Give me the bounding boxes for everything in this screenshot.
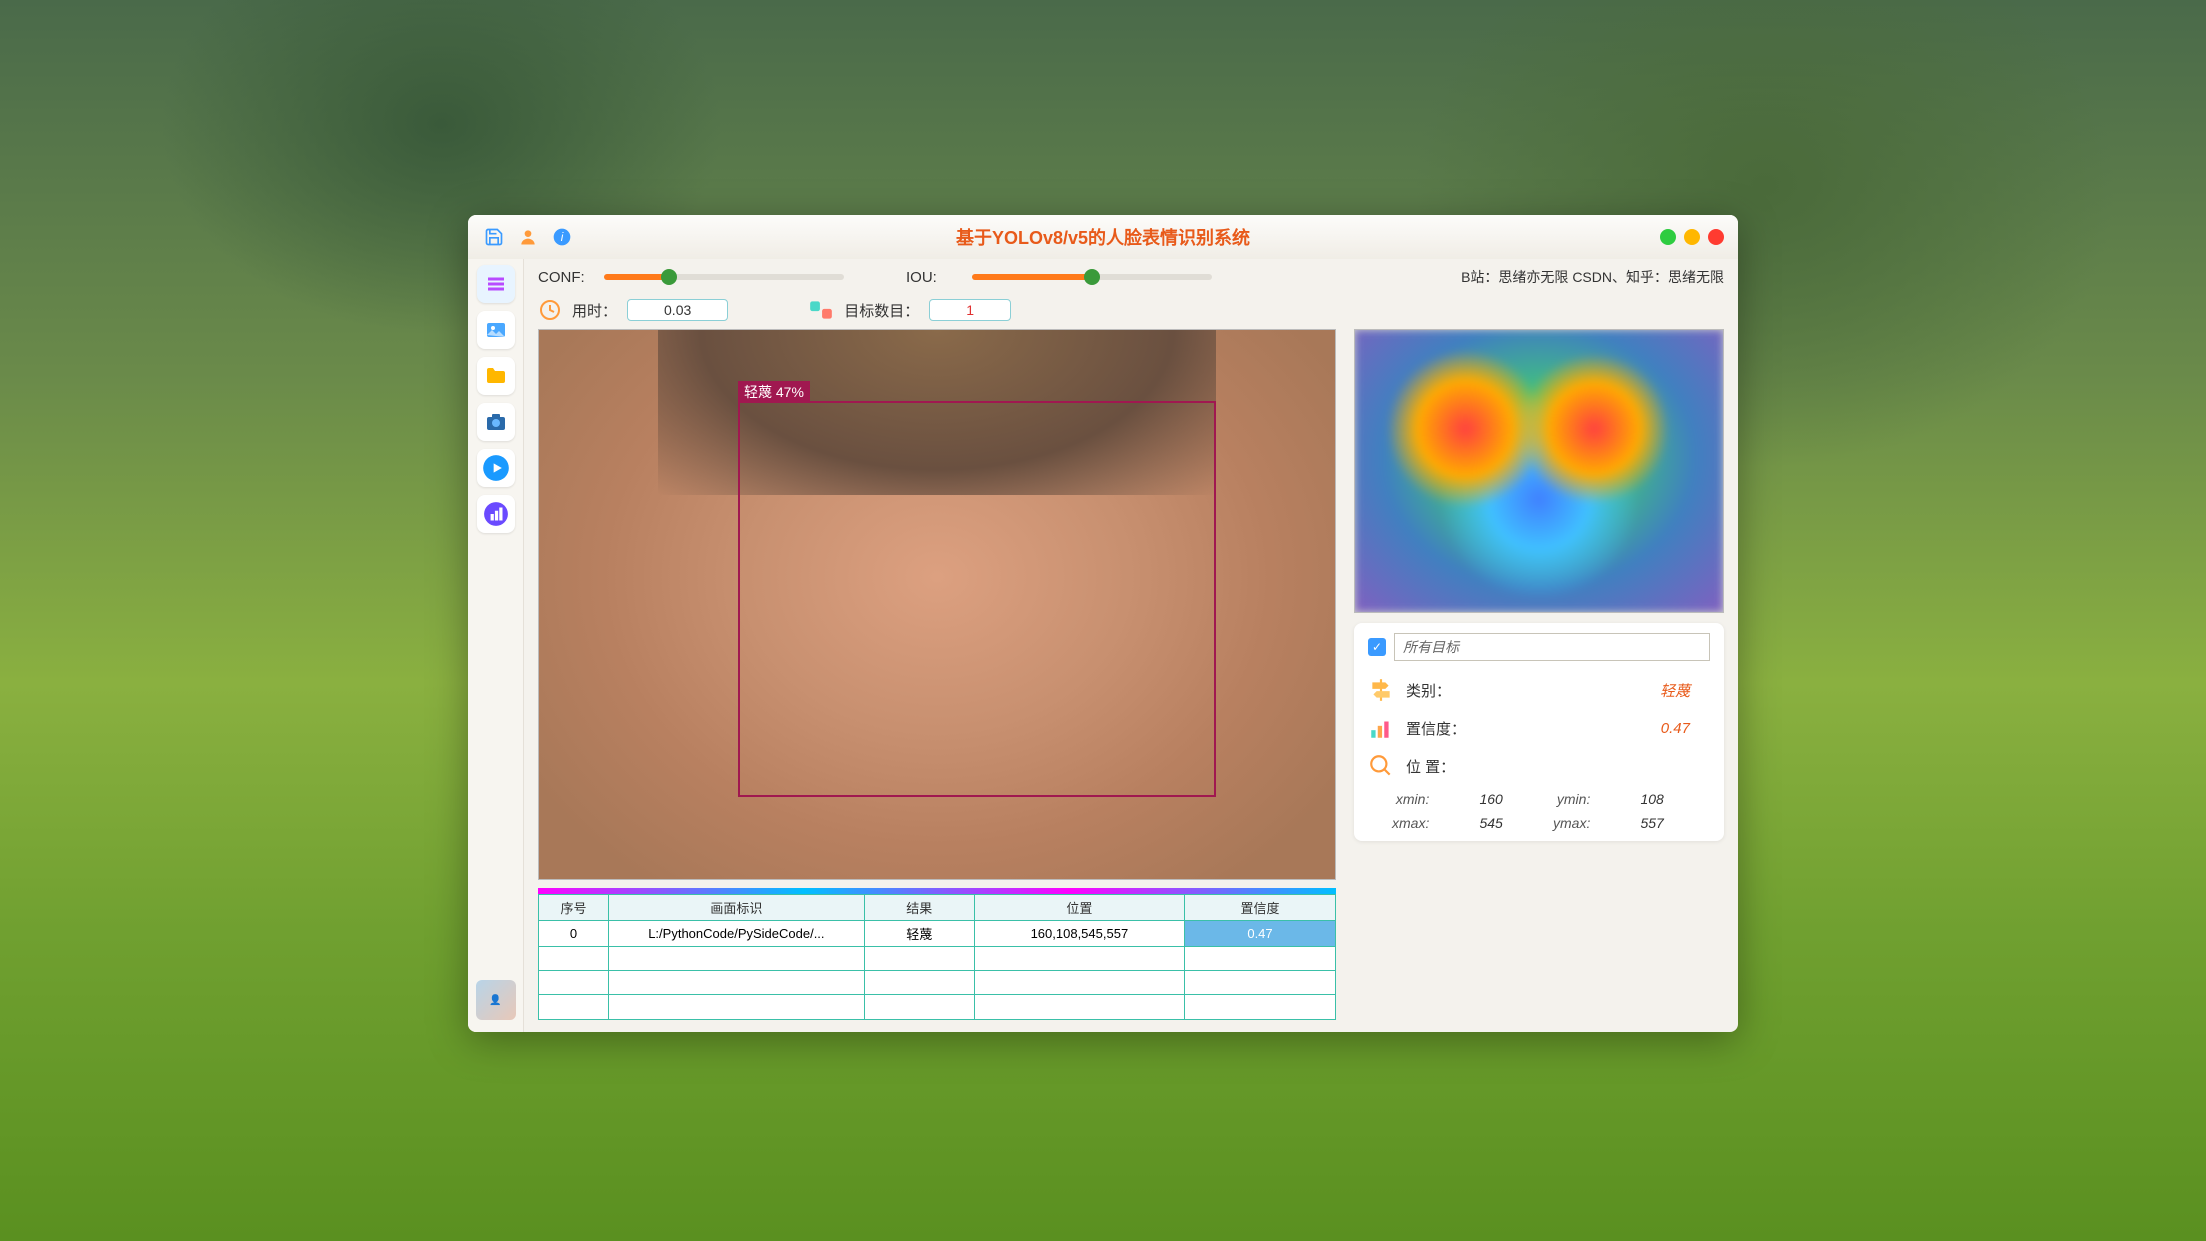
class-label: 类别： — [1406, 680, 1476, 701]
info-icon[interactable]: i — [550, 225, 574, 249]
conf-value: 0.47 — [1661, 720, 1710, 737]
camera-icon[interactable] — [477, 403, 515, 441]
detection-bbox: 轻蔑 47% — [738, 401, 1216, 796]
count-label: 目标数目： — [844, 300, 919, 321]
col-conf: 置信度 — [1185, 895, 1335, 920]
class-value: 轻蔑 — [1660, 680, 1710, 701]
chart-icon[interactable] — [477, 495, 515, 533]
signpost-icon — [1368, 677, 1394, 703]
ymin-value: 108 — [1604, 791, 1700, 807]
col-index: 序号 — [539, 895, 609, 920]
ymax-value: 557 — [1604, 815, 1700, 831]
count-icon — [808, 297, 834, 323]
iou-slider[interactable] — [972, 274, 1212, 280]
xmax-value: 545 — [1443, 815, 1539, 831]
titlebar: i 基于YOLOv8/v5的人脸表情识别系统 — [468, 215, 1738, 259]
menu-icon[interactable] — [477, 265, 515, 303]
save-icon[interactable] — [482, 225, 506, 249]
clock-icon — [538, 298, 562, 322]
time-label: 用时： — [572, 300, 617, 321]
minimize-button[interactable] — [1660, 229, 1676, 245]
results-table: 序号 画面标识 结果 位置 置信度 0 L:/PythonCode/PySide… — [538, 894, 1336, 1020]
maximize-button[interactable] — [1684, 229, 1700, 245]
play-icon[interactable] — [477, 449, 515, 487]
col-location: 位置 — [975, 895, 1185, 920]
user-icon[interactable] — [516, 225, 540, 249]
table-row[interactable]: 0 L:/PythonCode/PySideCode/... 轻蔑 160,10… — [539, 921, 1335, 947]
close-button[interactable] — [1708, 229, 1724, 245]
image-icon[interactable] — [477, 311, 515, 349]
svg-text:i: i — [561, 231, 564, 244]
col-image: 画面标识 — [609, 895, 865, 920]
iou-label: IOU: — [906, 269, 956, 286]
search-icon — [1368, 753, 1394, 779]
detail-panel: ✓ 所有目标 类别： 轻蔑 置信度： 0.47 — [1354, 623, 1724, 841]
app-window: i 基于YOLOv8/v5的人脸表情识别系统 👤 CONF: — [468, 215, 1738, 1032]
app-title: 基于YOLOv8/v5的人脸表情识别系统 — [956, 224, 1250, 250]
target-checkbox[interactable]: ✓ — [1368, 638, 1386, 656]
xmin-value: 160 — [1443, 791, 1539, 807]
time-value: 0.03 — [627, 299, 728, 321]
col-result: 结果 — [865, 895, 975, 920]
coords-grid: xmin:160 ymin:108 xmax:545 ymax:557 — [1368, 785, 1710, 831]
bbox-label: 轻蔑 47% — [738, 381, 810, 403]
bars-icon — [1368, 715, 1394, 741]
heatmap-image — [1354, 329, 1724, 613]
pos-label: 位 置： — [1406, 756, 1476, 777]
target-dropdown[interactable]: 所有目标 — [1394, 633, 1710, 661]
sidebar: 👤 — [468, 259, 524, 1032]
count-value: 1 — [929, 299, 1011, 321]
conf-slider[interactable] — [604, 274, 844, 280]
preview-image: 轻蔑 47% — [538, 329, 1336, 880]
credits-text: B站：思绪亦无限 CSDN、知乎：思绪无限 — [1461, 267, 1724, 287]
conf-label: CONF: — [538, 269, 588, 286]
folder-icon[interactable] — [477, 357, 515, 395]
user-avatar[interactable]: 👤 — [476, 980, 516, 1020]
conf-label: 置信度： — [1406, 718, 1476, 739]
